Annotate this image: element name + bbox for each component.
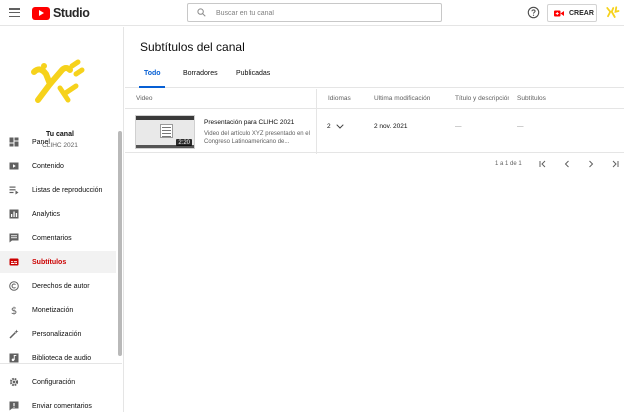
last-modified-date: 2 nov. 2021 xyxy=(374,123,408,130)
column-header-video: Video xyxy=(136,95,153,102)
sidebar-item-audio-library[interactable]: Biblioteca de audio xyxy=(0,347,116,369)
search-icon xyxy=(197,8,206,17)
create-label: CREAR xyxy=(569,9,594,17)
column-header-modified: Última modificación xyxy=(374,95,431,102)
create-button[interactable]: CREAR xyxy=(547,4,597,22)
tab-published[interactable]: Publicadas xyxy=(236,70,270,88)
sidebar-item-label: Comentarios xyxy=(32,234,72,242)
tab-drafts[interactable]: Borradores xyxy=(183,70,218,88)
dollar-icon: $ xyxy=(11,306,17,315)
copyright-icon xyxy=(9,281,19,291)
previous-page-icon[interactable] xyxy=(562,159,572,169)
feedback-icon xyxy=(9,401,19,411)
sidebar-item-label: Derechos de autor xyxy=(32,282,90,290)
sidebar-item-label: Personalización xyxy=(32,330,82,338)
sidebar-item-label: Configuración xyxy=(32,378,76,386)
next-page-icon[interactable] xyxy=(586,159,596,169)
active-tab-indicator xyxy=(139,86,165,88)
dashboard-icon xyxy=(9,137,19,147)
menu-icon[interactable] xyxy=(9,8,20,18)
sidebar-item-label: Monetización xyxy=(32,306,74,314)
top-bar: Studio CREAR xyxy=(0,0,624,26)
sidebar-item-customization[interactable]: Personalización xyxy=(0,323,116,345)
sidebar-item-label: Enviar comentarios xyxy=(32,402,92,410)
subtitles-status: — xyxy=(517,123,524,130)
logo-text: Studio xyxy=(53,6,90,20)
video-title[interactable]: Presentación para CLIHC 2021 xyxy=(204,119,312,126)
channel-avatar[interactable] xyxy=(20,44,96,120)
sidebar-item-subtitles[interactable]: Subtítulos xyxy=(0,251,116,273)
column-header-subtitles: Subtítulos xyxy=(517,95,546,102)
gear-icon xyxy=(9,377,19,387)
help-icon[interactable] xyxy=(527,6,540,19)
sidebar-item-analytics[interactable]: Analytics xyxy=(0,203,116,225)
video-thumbnail[interactable]: 2:20 xyxy=(135,115,195,149)
subtitles-icon xyxy=(9,258,19,266)
search-input[interactable] xyxy=(216,6,431,20)
sidebar-item-label: Biblioteca de audio xyxy=(32,354,92,362)
playlist-icon xyxy=(9,186,19,195)
sidebar-scrollbar[interactable] xyxy=(118,131,122,356)
video-duration: 2:20 xyxy=(176,139,192,146)
thumbnail-top-bar xyxy=(136,116,194,120)
sidebar-item-send-feedback[interactable]: Enviar comentarios xyxy=(0,395,116,412)
sidebar-item-label: Subtítulos xyxy=(32,258,67,266)
languages-count: 2 xyxy=(327,123,331,130)
svg-text:$: $ xyxy=(11,306,17,315)
column-header-title-description: Título y descripción xyxy=(455,95,509,102)
sidebar: Tu canal CLIHC 2021 Panel Contenido List… xyxy=(0,27,124,412)
sidebar-divider xyxy=(0,363,122,364)
analytics-icon xyxy=(9,209,19,219)
chevron-down-icon[interactable] xyxy=(336,124,344,129)
sidebar-item-label: Listas de reproducción xyxy=(32,186,103,194)
sidebar-item-label: Analytics xyxy=(32,210,61,218)
account-avatar[interactable] xyxy=(605,5,620,20)
sidebar-item-playlists[interactable]: Listas de reproducción xyxy=(0,179,116,201)
pagination: 1 a 1 de 1 xyxy=(125,155,624,175)
table-header: Video Idiomas Última modificación Título… xyxy=(125,89,624,109)
magic-wand-icon xyxy=(9,329,19,339)
table-row[interactable]: 2:20 Presentación para CLIHC 2021 Video … xyxy=(125,109,624,153)
sidebar-item-settings[interactable]: Configuración xyxy=(0,371,116,393)
audio-library-icon xyxy=(9,353,19,363)
sidebar-item-comments[interactable]: Comentarios xyxy=(0,227,116,249)
sidebar-item-label: Panel xyxy=(32,138,50,146)
column-header-languages: Idiomas xyxy=(328,95,351,102)
studio-logo[interactable]: Studio xyxy=(32,6,90,20)
last-page-icon[interactable] xyxy=(610,159,620,169)
video-camera-icon xyxy=(554,10,564,16)
sidebar-item-content[interactable]: Contenido xyxy=(0,155,116,177)
main-content: Subtítulos del canal Todo Borradores Pub… xyxy=(125,27,624,412)
title-description-status: — xyxy=(455,123,462,130)
video-description: Video del artículo XYZ presentado en el … xyxy=(204,131,310,145)
sidebar-item-panel[interactable]: Panel xyxy=(0,131,116,153)
page-range: 1 a 1 de 1 xyxy=(495,161,522,167)
sidebar-item-copyright[interactable]: Derechos de autor xyxy=(0,275,116,297)
youtube-logo-icon xyxy=(32,6,50,20)
first-page-icon[interactable] xyxy=(538,159,548,169)
page-title: Subtítulos del canal xyxy=(140,40,245,54)
sidebar-item-monetization[interactable]: $ Monetización xyxy=(0,299,116,321)
search-box[interactable] xyxy=(187,3,442,22)
tab-bar: Todo Borradores Publicadas xyxy=(125,67,624,88)
thumbnail-document xyxy=(160,124,173,138)
comments-icon xyxy=(9,233,19,243)
sidebar-item-label: Contenido xyxy=(32,162,64,170)
content-icon xyxy=(9,162,19,170)
